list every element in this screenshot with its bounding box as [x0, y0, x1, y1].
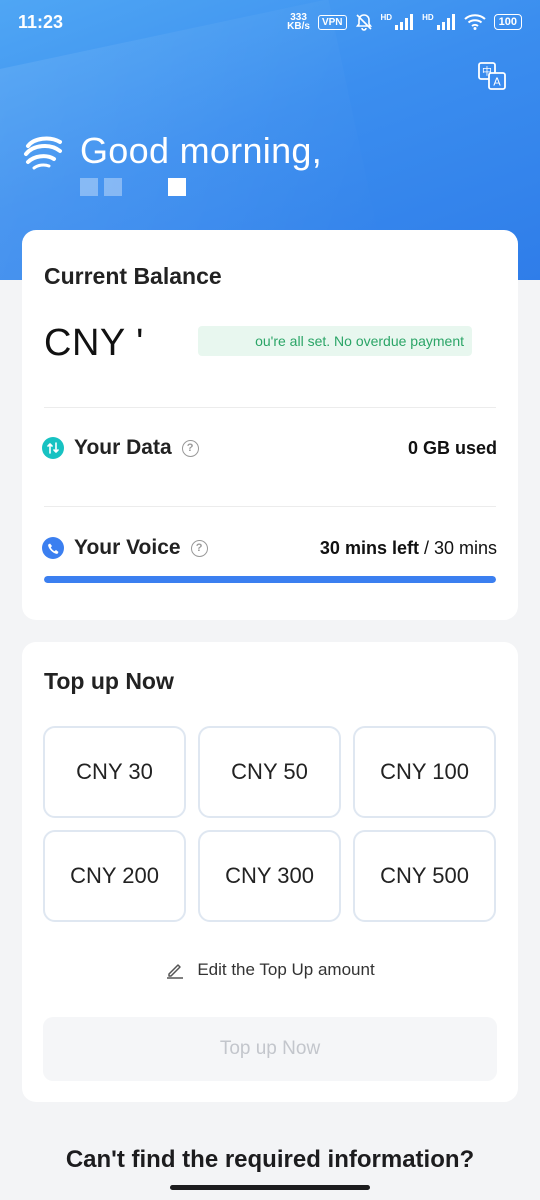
- balance-amount: CNY ': [44, 322, 144, 364]
- data-label: Your Data: [74, 436, 172, 459]
- voice-label: Your Voice: [74, 536, 181, 559]
- translate-icon: 中 A: [478, 62, 506, 90]
- status-bar: 11:23 333 KB/s VPN HD HD 100: [0, 0, 540, 44]
- topup-card: Top up Now CNY 30 CNY 50 CNY 100 CNY 200…: [22, 642, 518, 1102]
- topup-amount-button[interactable]: CNY 200: [43, 830, 186, 922]
- edit-pencil-icon: [167, 964, 184, 979]
- svg-text:A: A: [493, 76, 501, 89]
- status-time: 11:23: [18, 11, 64, 32]
- carrier-logo-icon: [24, 136, 62, 170]
- topup-amount-button[interactable]: CNY 100: [353, 726, 496, 818]
- network-speed: 333 KB/s: [287, 13, 310, 32]
- topup-amount-button[interactable]: CNY 50: [198, 726, 341, 818]
- balance-card: Current Balance CNY ' ou're all set. No …: [22, 230, 518, 620]
- balance-title: Current Balance: [44, 263, 222, 289]
- signal-2-label: HD: [422, 13, 434, 22]
- wifi-icon: [463, 14, 486, 30]
- translate-button[interactable]: 中 A: [474, 58, 510, 94]
- divider: [44, 506, 496, 507]
- voice-value: 30 mins left / 30 mins: [319, 537, 497, 558]
- data-transfer-icon: [42, 437, 64, 459]
- data-value: 0 GB used: [407, 437, 497, 458]
- voice-progress-fill: [44, 576, 496, 583]
- battery-icon: 100: [493, 14, 522, 30]
- network-speed-unit: KB/s: [287, 21, 310, 32]
- topup-amount-button[interactable]: CNY 300: [198, 830, 341, 922]
- voice-help-icon[interactable]: ?: [190, 539, 208, 557]
- user-name-redacted: [80, 178, 186, 196]
- voice-usage-row[interactable]: Your Voice ? 30 mins left / 30 mins: [42, 536, 497, 560]
- voice-progress-bar: [44, 576, 496, 583]
- edit-amount-link[interactable]: Edit the Top Up amount: [22, 960, 518, 980]
- signal-1-label: HD: [380, 13, 393, 22]
- topup-amount-button[interactable]: CNY 500: [353, 830, 496, 922]
- signal-icon: [395, 14, 414, 30]
- topup-amount-button[interactable]: CNY 30: [43, 726, 186, 818]
- phone-icon: [42, 537, 64, 559]
- vpn-badge: VPN: [317, 14, 347, 30]
- greeting-text: Good morning,: [80, 130, 323, 171]
- status-icons: 333 KB/s VPN HD HD 100: [287, 13, 522, 32]
- topup-amount-grid: CNY 30 CNY 50 CNY 100 CNY 200 CNY 300 CN…: [43, 726, 496, 922]
- data-usage-row[interactable]: Your Data ? 0 GB used: [42, 436, 497, 460]
- topup-title: Top up Now: [44, 668, 174, 694]
- signal-icon: [436, 14, 455, 30]
- greeting: Good morning,: [20, 128, 322, 174]
- topup-submit-button[interactable]: Top up Now: [43, 1017, 497, 1081]
- help-heading: Can't find the required information?: [65, 1146, 475, 1173]
- edit-amount-label: Edit the Top Up amount: [197, 960, 375, 979]
- mute-bell-icon: [355, 14, 372, 31]
- data-help-icon[interactable]: ?: [181, 439, 199, 457]
- divider: [44, 407, 496, 408]
- home-indicator[interactable]: [170, 1185, 370, 1190]
- payment-status-badge: ou're all set. No overdue payment: [198, 326, 472, 356]
